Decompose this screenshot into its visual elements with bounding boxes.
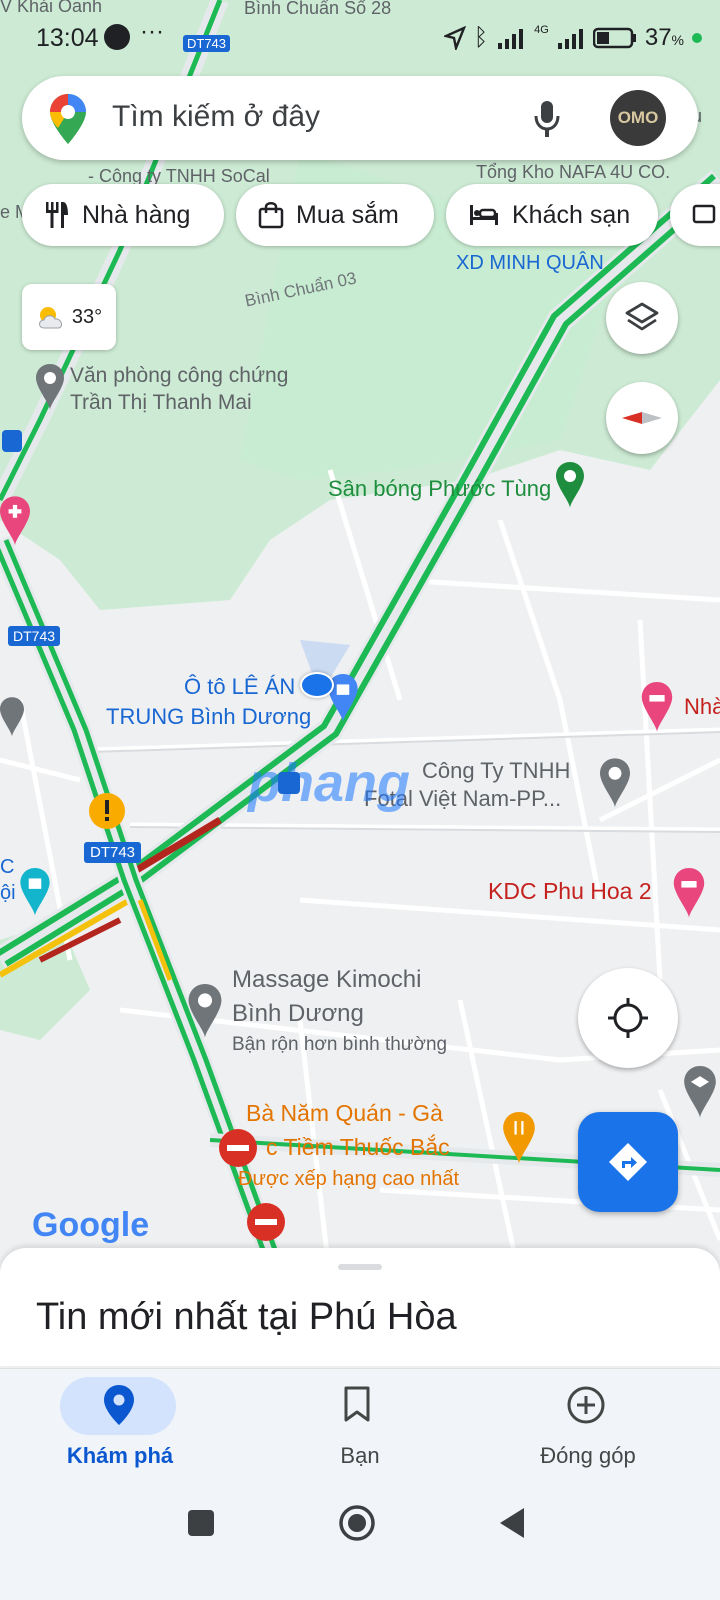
- battery-unit: %: [671, 32, 684, 48]
- more-notifications-icon: ···: [140, 18, 164, 45]
- place-pin-icon[interactable]: [36, 364, 64, 410]
- chip-label: Mua sắm: [296, 200, 399, 229]
- partly-cloudy-icon: [38, 307, 62, 329]
- place-label: Bận rộn hơn bình thường: [232, 1034, 448, 1055]
- layers-icon: [625, 302, 659, 331]
- stadium-pin-icon[interactable]: [556, 462, 584, 508]
- restaurant-icon: [46, 202, 68, 228]
- layers-button[interactable]: [606, 282, 678, 354]
- company-pin-icon[interactable]: [600, 758, 630, 808]
- nav-you[interactable]: Bạn: [240, 1369, 480, 1497]
- sheet-title: Tin mới nhất tại Phú Hòa: [36, 1296, 457, 1338]
- nav-label: Bạn: [340, 1443, 380, 1468]
- place-label: Trần Thị Thanh Mai: [70, 391, 252, 414]
- bus-stop-icon[interactable]: [2, 430, 22, 452]
- place-label: Nhà: [684, 694, 720, 719]
- search-input[interactable]: Tìm kiếm ở đây: [112, 100, 320, 134]
- chip-hotels[interactable]: Khách sạn: [446, 184, 658, 246]
- directions-button[interactable]: [578, 1112, 678, 1212]
- back-button[interactable]: [498, 1506, 526, 1540]
- place-label: Được xếp hạng cao nhất: [238, 1168, 460, 1190]
- cell-signal-icon: [557, 29, 583, 49]
- my-location-icon: [608, 998, 648, 1038]
- place-label: Văn phòng công chứng: [70, 364, 289, 387]
- chip-label: Nhà hàng: [82, 200, 191, 229]
- map-label: C: [0, 856, 15, 878]
- location-pin-icon: [104, 1385, 134, 1425]
- avatar[interactable]: OMO: [610, 90, 666, 146]
- compass-button[interactable]: [606, 382, 678, 454]
- add-circle-icon: [567, 1386, 605, 1424]
- place-label: Công Ty TNHH: [422, 758, 571, 783]
- watermark: phang: [248, 753, 410, 813]
- temple-pin-icon[interactable]: [20, 868, 50, 916]
- place-label: Ô tô LÊ ÁN: [184, 674, 296, 699]
- bottom-sheet[interactable]: Tin mới nhất tại Phú Hòa: [0, 1248, 720, 1366]
- road-closed-icon[interactable]: [246, 1202, 286, 1242]
- place-label: Bình Dương: [232, 1000, 364, 1027]
- place-label: Bà Năm Quán - Gà: [246, 1100, 443, 1126]
- road-shield: DT743: [8, 626, 61, 646]
- microphone-icon[interactable]: [534, 100, 560, 138]
- restaurant-pin-icon[interactable]: [502, 1112, 536, 1164]
- hospital-pin-icon[interactable]: [0, 496, 30, 546]
- privacy-indicator-dot: [692, 33, 702, 43]
- transit-icon[interactable]: [278, 772, 300, 794]
- bookmark-icon: [344, 1386, 370, 1422]
- bluetooth-icon: ᛒ: [473, 24, 489, 51]
- shopping-bag-icon: [258, 202, 284, 229]
- sheet-drag-handle[interactable]: [338, 1264, 382, 1270]
- search-bar[interactable]: Tìm kiếm ở đây OMO: [22, 76, 698, 160]
- app-notification-icon: [104, 24, 130, 50]
- chip-restaurants[interactable]: Nhà hàng: [22, 184, 224, 246]
- road-closed-icon[interactable]: [218, 1128, 258, 1168]
- location-arrow-icon: [443, 26, 466, 50]
- school-pin-icon[interactable]: [0, 692, 24, 742]
- alert-icon[interactable]: [88, 792, 126, 830]
- battery-icon: [592, 27, 636, 49]
- weather-temp: 33°: [71, 305, 103, 328]
- current-location-dot: [300, 672, 334, 698]
- massage-pin-icon[interactable]: [188, 984, 222, 1038]
- place-label: Massage Kimochi: [232, 966, 422, 993]
- map-label: XD MINH QUÂN: [456, 252, 604, 274]
- recent-apps-button[interactable]: [188, 1510, 214, 1536]
- place-label: c Tiềm Thuốc Bắc: [266, 1134, 450, 1160]
- school-pin-icon[interactable]: [680, 1066, 720, 1118]
- my-location-button[interactable]: [578, 968, 678, 1068]
- map-label: Tổng Kho NAFA 4U CO.: [476, 162, 671, 182]
- status-right: ᛒ 4G 37%: [443, 24, 702, 52]
- nav-label: Khám phá: [66, 1443, 174, 1468]
- chip-label: Khách sạn: [512, 200, 631, 229]
- status-bar: 13:04 ··· ᛒ 4G 37%: [0, 0, 720, 78]
- hotel-pin-icon[interactable]: [640, 682, 674, 732]
- home-button[interactable]: [338, 1504, 376, 1542]
- road-shield: DT743: [84, 842, 142, 863]
- bottom-navigation: Khám phá Bạn Đóng góp: [0, 1368, 720, 1497]
- google-maps-logo-icon: [50, 94, 86, 144]
- nav-contribute[interactable]: Đóng góp: [480, 1369, 720, 1497]
- hotel-icon: [470, 205, 498, 225]
- weather-widget[interactable]: 33°: [22, 284, 116, 350]
- place-label: KDC Phu Hoa 2: [488, 878, 652, 904]
- more-category-icon: [692, 204, 716, 224]
- system-navigation-bar: [0, 1496, 720, 1600]
- map-label: ội: [0, 882, 16, 904]
- nav-explore[interactable]: Khám phá: [0, 1369, 240, 1497]
- status-time: 13:04: [36, 24, 99, 52]
- hotel-pin-icon[interactable]: [672, 868, 706, 918]
- network-type: 4G: [534, 24, 549, 36]
- chip-shopping[interactable]: Mua sắm: [236, 184, 434, 246]
- directions-icon: [609, 1143, 647, 1181]
- place-label: TRUNG Bình Dương: [106, 704, 312, 729]
- wifi-signal-icon: [498, 29, 524, 49]
- nav-label: Đóng góp: [540, 1443, 636, 1468]
- place-label: Sân bóng Phước Tùng: [328, 476, 552, 501]
- google-logo: Google: [32, 1206, 150, 1244]
- battery-level: 37: [644, 24, 672, 51]
- compass-icon: [622, 412, 662, 424]
